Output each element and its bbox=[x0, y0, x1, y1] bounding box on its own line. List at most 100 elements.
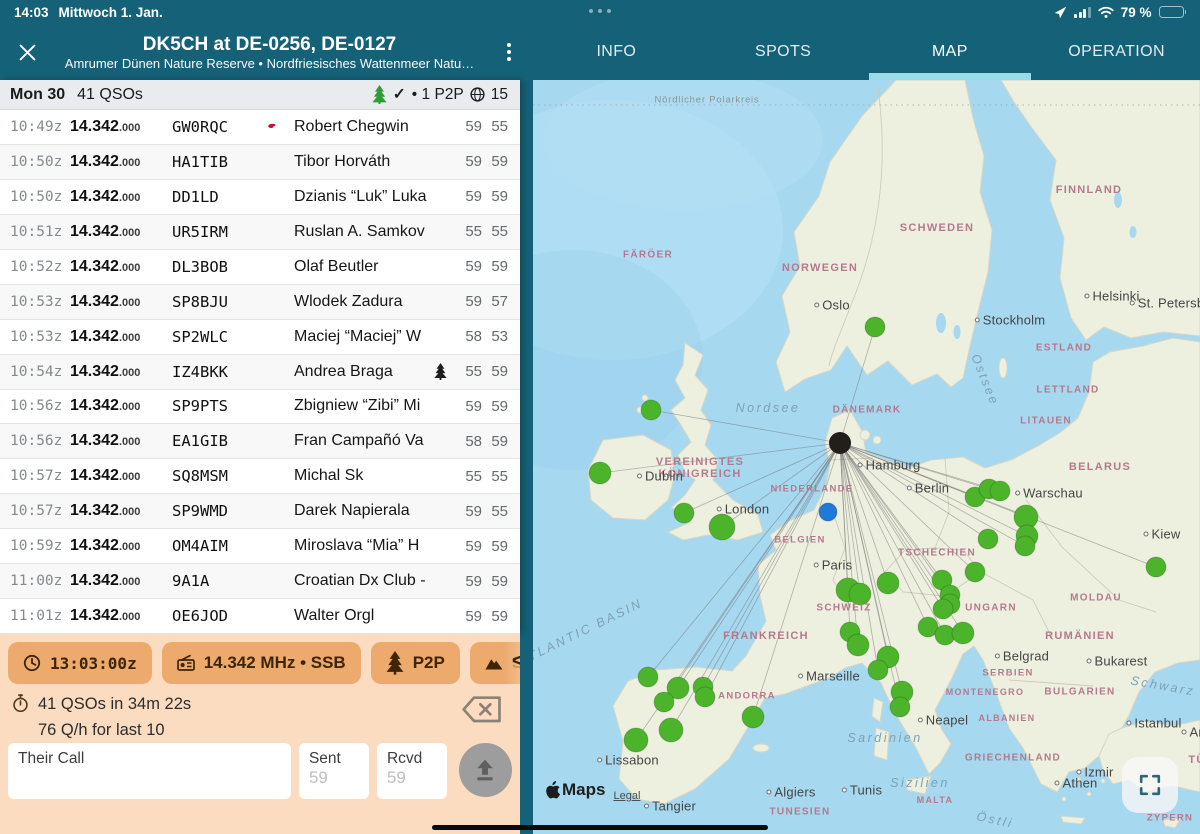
qso-time: 10:50z bbox=[10, 189, 70, 205]
qso-operator-name: Miroslava “Mia” H bbox=[294, 537, 430, 555]
dx-count: 15 bbox=[491, 86, 508, 104]
qso-callsign: UR5IRM bbox=[172, 223, 260, 241]
qso-row[interactable]: 10:50z14.342.000DD1LDDzianis “Luk” Luka5… bbox=[0, 180, 520, 215]
qso-map-marker[interactable] bbox=[877, 572, 899, 594]
qso-map-marker[interactable] bbox=[868, 660, 888, 680]
qso-rst-rcvd: 59 bbox=[482, 608, 508, 625]
qso-operator-name: Michal Sk bbox=[294, 467, 430, 485]
kebab-menu-icon[interactable] bbox=[499, 43, 519, 61]
log-day: Mon 30 bbox=[10, 86, 65, 104]
their-call-field[interactable]: Their Call bbox=[8, 743, 291, 799]
qso-rst-sent: 55 bbox=[450, 223, 482, 240]
qso-frequency: 14.342.000 bbox=[70, 432, 172, 450]
chip-sota[interactable]: SOTA< bbox=[470, 642, 520, 684]
map-view[interactable]: Nördlicher PolarkreisFÄRÖERFINNLANDSCHWE… bbox=[533, 80, 1200, 834]
tab-map[interactable]: MAP bbox=[867, 24, 1034, 80]
multitask-indicator-icon[interactable] bbox=[589, 9, 611, 13]
qso-map-marker[interactable] bbox=[674, 503, 694, 523]
qso-map-marker[interactable] bbox=[1015, 536, 1035, 556]
qso-map-marker[interactable] bbox=[847, 634, 869, 656]
qso-callsign: IZ4BKK bbox=[172, 363, 260, 381]
qso-row[interactable]: 10:53z14.342.000SP8BJUWlodek Zadura5957 bbox=[0, 285, 520, 320]
legal-link[interactable]: Legal bbox=[613, 790, 640, 802]
qso-operator-name: Robert Chegwin bbox=[294, 118, 430, 136]
qso-frequency: 14.342.000 bbox=[70, 397, 172, 415]
qso-row[interactable]: 10:57z14.342.000SP9WMDDarek Napierala595… bbox=[0, 494, 520, 529]
qso-map-marker[interactable] bbox=[641, 400, 661, 420]
map-base bbox=[533, 80, 1200, 834]
user-location-marker[interactable] bbox=[819, 503, 837, 521]
rcvd-field[interactable]: Rcvd bbox=[377, 743, 447, 799]
qso-frequency: 14.342.000 bbox=[70, 607, 172, 625]
qso-map-marker[interactable] bbox=[865, 317, 885, 337]
qso-row[interactable]: 10:53z14.342.000SP2WLCMaciej “Maciej” W5… bbox=[0, 320, 520, 355]
qso-map-marker[interactable] bbox=[933, 599, 953, 619]
qso-rst-sent: 59 bbox=[450, 118, 482, 135]
qso-map-marker[interactable] bbox=[695, 687, 715, 707]
qso-row[interactable]: 11:01z14.342.000OE6JODWalter Orgl5959 bbox=[0, 599, 520, 634]
qso-row[interactable]: 10:50z14.342.000HA1TIBTibor Horváth5959 bbox=[0, 145, 520, 180]
qso-row[interactable]: 10:49z14.342.000GW0RQCRobert Chegwin5955 bbox=[0, 110, 520, 145]
qso-map-marker[interactable] bbox=[965, 562, 985, 582]
qso-map-marker[interactable] bbox=[1146, 557, 1166, 577]
qso-map-marker[interactable] bbox=[589, 462, 611, 484]
qso-map-marker[interactable] bbox=[952, 622, 974, 644]
home-indicator[interactable] bbox=[432, 825, 768, 830]
qso-map-marker[interactable] bbox=[624, 728, 648, 752]
qso-map-marker[interactable] bbox=[659, 718, 683, 742]
qso-map-marker[interactable] bbox=[709, 514, 735, 540]
qso-frequency: 14.342.000 bbox=[70, 153, 172, 171]
qso-map-marker[interactable] bbox=[990, 481, 1010, 501]
qso-map-marker[interactable] bbox=[978, 529, 998, 549]
qso-row[interactable]: 10:56z14.342.000EA1GIBFran Campañó Va585… bbox=[0, 424, 520, 459]
qso-operator-name: Walter Orgl bbox=[294, 607, 430, 625]
qso-row[interactable]: 10:59z14.342.000OM4AIMMiroslava “Mia” H5… bbox=[0, 529, 520, 564]
qso-row[interactable]: 10:51z14.342.000UR5IRMRuslan A. Samkov55… bbox=[0, 215, 520, 250]
qso-row[interactable]: 11:00z14.342.0009A1ACroatian Dx Club -59… bbox=[0, 564, 520, 599]
chip-14-342-mhz-ssb[interactable]: 14.342 MHz • SSB bbox=[162, 642, 361, 684]
qso-rst-rcvd: 57 bbox=[482, 293, 508, 310]
qso-frequency: 14.342.000 bbox=[70, 328, 172, 346]
sent-field[interactable]: Sent bbox=[299, 743, 369, 799]
status-date: Mittwoch 1. Jan. bbox=[59, 5, 163, 20]
qso-frequency: 14.342.000 bbox=[70, 572, 172, 590]
check-icon: ✓ bbox=[393, 85, 406, 104]
qso-map-marker[interactable] bbox=[890, 697, 910, 717]
tab-info[interactable]: INFO bbox=[533, 24, 700, 80]
qso-map-marker[interactable] bbox=[849, 583, 871, 605]
qso-operator-name: Tibor Horváth bbox=[294, 153, 430, 171]
tab-spots[interactable]: SPOTS bbox=[700, 24, 867, 80]
qso-row[interactable]: 10:54z14.342.000IZ4BKKAndrea Braga5559 bbox=[0, 355, 520, 390]
close-button[interactable] bbox=[14, 39, 40, 65]
qso-map-marker[interactable] bbox=[654, 692, 674, 712]
qso-rst-sent: 59 bbox=[450, 503, 482, 520]
backspace-button[interactable] bbox=[462, 696, 502, 723]
qso-row[interactable]: 10:56z14.342.000SP9PTSZbigniew “Zibi” Mi… bbox=[0, 390, 520, 425]
qso-callsign: GW0RQC bbox=[172, 118, 260, 136]
qso-operator-name: Ruslan A. Samkov bbox=[294, 223, 430, 241]
qso-operator-name: Croatian Dx Club - bbox=[294, 572, 430, 590]
operator-location-marker[interactable] bbox=[829, 432, 851, 454]
qso-row[interactable]: 10:52z14.342.000DL3BOBOlaf Beutler5959 bbox=[0, 250, 520, 285]
log-qso-button[interactable] bbox=[459, 743, 512, 797]
their-call-input[interactable] bbox=[18, 768, 281, 788]
chip-13-03-00z[interactable]: 13:03:00z bbox=[8, 642, 152, 684]
qso-time: 10:53z bbox=[10, 294, 70, 310]
qso-map-marker[interactable] bbox=[638, 667, 658, 687]
fullscreen-button[interactable] bbox=[1122, 757, 1178, 813]
qso-list: 10:49z14.342.000GW0RQCRobert Chegwin5955… bbox=[0, 110, 520, 634]
cellular-signal-icon bbox=[1074, 7, 1091, 18]
qso-map-marker[interactable] bbox=[742, 706, 764, 728]
rcvd-input[interactable] bbox=[387, 768, 437, 788]
tab-operation[interactable]: OPERATION bbox=[1033, 24, 1200, 80]
qso-frequency: 14.342.000 bbox=[70, 467, 172, 485]
qso-rst-rcvd: 59 bbox=[482, 153, 508, 170]
stopwatch-icon bbox=[12, 694, 29, 743]
page-title: DK5CH at DE-0256, DE-0127 bbox=[46, 33, 493, 57]
stats-line1: 41 QSOs in 34m 22s bbox=[38, 695, 191, 713]
chip-p2p[interactable]: P2P bbox=[371, 642, 460, 684]
qso-rst-rcvd: 55 bbox=[482, 503, 508, 520]
sent-input[interactable] bbox=[309, 768, 359, 788]
qso-row[interactable]: 10:57z14.342.000SQ8MSMMichal Sk5555 bbox=[0, 459, 520, 494]
qso-time: 10:49z bbox=[10, 119, 70, 135]
